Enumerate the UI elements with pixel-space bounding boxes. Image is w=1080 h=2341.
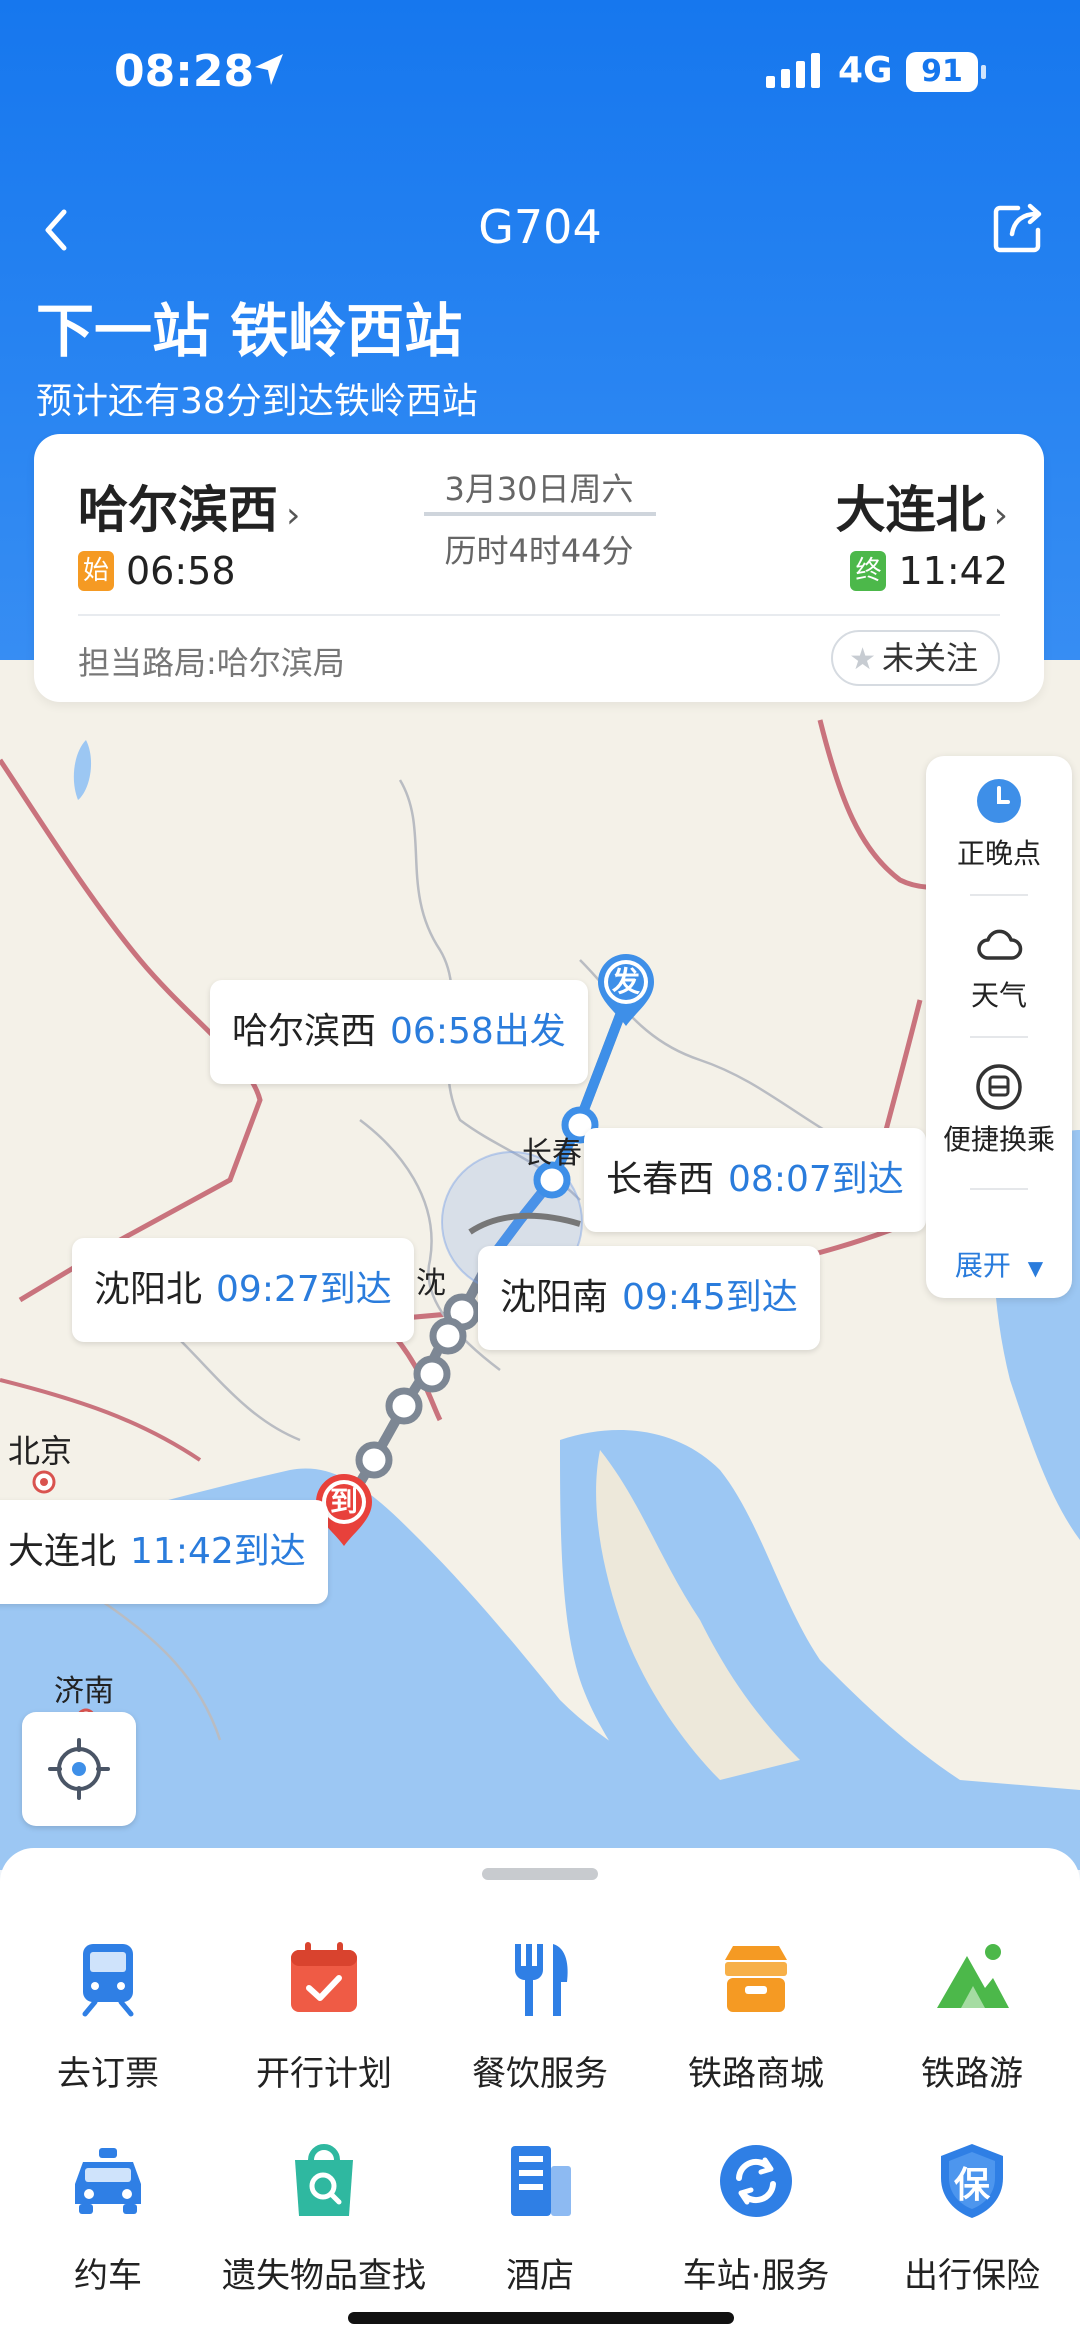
signal-icon (766, 53, 820, 88)
service-label: 遗失物品查找 (222, 2256, 426, 2296)
arrive-pin-label: 到 (329, 1485, 358, 1518)
service-car-hailing[interactable]: 约车 (0, 2138, 216, 2297)
service-label: 餐饮服务 (472, 2054, 608, 2094)
location-arrow-icon (255, 54, 283, 85)
destination-arrival-time: 11:42 (898, 548, 1008, 593)
service-label: 去订票 (57, 2054, 159, 2094)
service-label: 车站·服务 (682, 2256, 830, 2296)
service-dining[interactable]: 餐饮服务 (432, 1936, 648, 2095)
store-icon (725, 1946, 787, 2012)
train-number-title: G704 (478, 200, 602, 254)
callout-station: 沈阳南 (500, 1277, 609, 1318)
depart-pin-label: 发 (611, 965, 640, 998)
service-label: 铁路游 (921, 2054, 1023, 2094)
home-indicator (348, 2312, 734, 2324)
map-label-shen: 沈 (416, 1266, 446, 1301)
service-label: 开行计划 (256, 2054, 392, 2094)
next-station-heading: 下一站 铁岭西站 (36, 297, 463, 365)
insurance-glyph: 保 (953, 2165, 990, 2206)
route-divider-line (424, 512, 656, 516)
side-divider (970, 1036, 1028, 1038)
service-lost-found[interactable]: 遗失物品查找 (216, 2138, 432, 2297)
service-station[interactable]: 车站·服务 (648, 2138, 864, 2297)
bag-search-icon (295, 2144, 353, 2216)
callout-harbin-west[interactable]: 哈尔滨西 06:58出发 (210, 980, 588, 1084)
refresh-circle-icon (720, 2145, 792, 2217)
triangle-down-icon: ▼ (1027, 1256, 1044, 1280)
service-label: 约车 (74, 2256, 142, 2296)
service-label: 出行保险 (904, 2256, 1040, 2296)
callout-station: 哈尔滨西 (232, 1011, 377, 1052)
destination-station-name: 大连北 (835, 481, 986, 539)
calendar-check-icon (291, 1942, 357, 2012)
map-label-jinan: 济南 (54, 1674, 114, 1709)
crosshair-icon (48, 1738, 110, 1800)
callout-station: 大连北 (8, 1531, 117, 1572)
callout-shenyang-north[interactable]: 沈阳北 09:27到达 (72, 1238, 414, 1342)
star-icon: ★ (849, 642, 876, 677)
follow-label: 未关注 (881, 639, 978, 677)
callout-station: 长春西 (606, 1159, 715, 1200)
services-sheet: 去订票 开行计划 餐饮服务 铁路商城 铁路游 约车 遗失物品查找 酒店 车站·服… (0, 1848, 1080, 2341)
train-icon (82, 1944, 134, 2017)
route-map[interactable]: 发 到 北京 济南 长春 沈 哈尔滨西 06:58出发 长春西 08:07到达 沈阳… (0, 660, 1080, 1870)
building-icon (511, 2146, 571, 2216)
callout-time: 11:42到达 (130, 1531, 306, 1572)
destination-station[interactable]: 大连北 › (836, 470, 1008, 542)
locate-button[interactable] (22, 1712, 136, 1826)
share-button[interactable] (990, 198, 1046, 258)
eta-text: 预计还有38分到达铁岭西站 (36, 381, 478, 422)
expand-button[interactable]: 展开 ▼ (926, 1244, 1072, 1284)
battery-indicator: 91 (906, 52, 986, 92)
callout-time: 09:45到达 (622, 1277, 798, 1318)
callout-time: 06:58出发 (390, 1011, 566, 1052)
sheet-grabber[interactable] (482, 1868, 598, 1880)
side-item-label: 正晚点 (956, 837, 1041, 870)
card-divider (78, 614, 1000, 616)
service-hotel[interactable]: 酒店 (432, 2138, 648, 2297)
follow-button[interactable]: ★ 未关注 (831, 630, 1000, 686)
map-label-beijing: 北京 (8, 1432, 73, 1470)
expand-label: 展开 (954, 1249, 1011, 1282)
side-item-weather[interactable]: 天气 (926, 924, 1072, 1014)
service-mall[interactable]: 铁路商城 (648, 1936, 864, 2095)
service-label: 铁路商城 (688, 2054, 824, 2094)
fork-knife-icon (515, 1944, 568, 2016)
service-insurance[interactable]: 保 出行保险 (864, 2138, 1080, 2297)
service-book-ticket[interactable]: 去订票 (0, 1936, 216, 2095)
callout-time: 08:07到达 (728, 1159, 904, 1200)
railway-bureau: 担当路局:哈尔滨局 (78, 644, 345, 682)
map-label-changchun: 长春 (522, 1136, 582, 1171)
side-item-transfer[interactable]: 便捷换乘 (926, 1062, 1072, 1158)
callout-station: 沈阳北 (94, 1269, 203, 1310)
service-travel[interactable]: 铁路游 (864, 1936, 1080, 2095)
clock-icon (977, 779, 1021, 823)
callout-dalian-north[interactable]: 大连北 11:42到达 (0, 1500, 328, 1604)
chevron-right-icon: › (993, 495, 1008, 536)
side-item-delay[interactable]: 正晚点 (926, 776, 1072, 872)
service-schedule[interactable]: 开行计划 (216, 1936, 432, 2095)
map-side-panel: 正晚点 天气 便捷换乘 展开 ▼ (926, 756, 1072, 1298)
callout-time: 09:27到达 (216, 1269, 392, 1310)
route-card: 哈尔滨西 › 始 06:58 3月30日周六 历时4时44分 大连北 › 终 11:42… (34, 434, 1044, 702)
mountain-icon (937, 1944, 1009, 2008)
side-item-label: 便捷换乘 (942, 1123, 1055, 1156)
destination-tag: 终 (850, 550, 887, 591)
transfer-icon (976, 1064, 1022, 1110)
taxi-icon (75, 2148, 141, 2214)
destination-time-row: 终 11:42 (850, 546, 1008, 593)
network-type: 4G (838, 50, 893, 91)
cloud-icon (977, 929, 1023, 960)
status-time: 08:28 (114, 46, 255, 97)
side-item-label: 天气 (970, 979, 1027, 1012)
callout-changchun-west[interactable]: 长春西 08:07到达 (584, 1128, 926, 1232)
side-divider (970, 1188, 1028, 1190)
side-divider (970, 894, 1028, 896)
callout-shenyang-south[interactable]: 沈阳南 09:45到达 (478, 1246, 820, 1350)
service-label: 酒店 (506, 2256, 574, 2296)
